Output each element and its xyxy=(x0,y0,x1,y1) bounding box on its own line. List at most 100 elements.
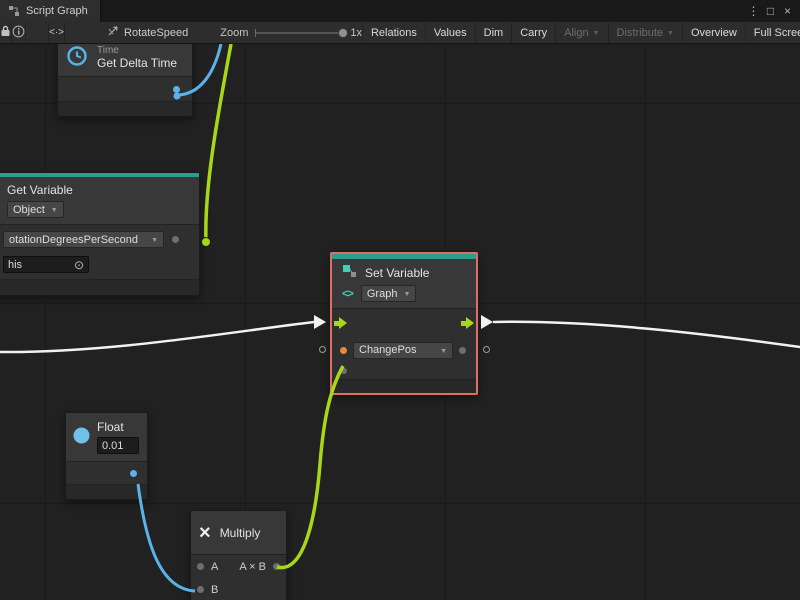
toolbar-button-dim-label: Dim xyxy=(484,27,504,39)
flow-arrow-out[interactable] xyxy=(481,315,493,329)
wire-flow-left[interactable] xyxy=(0,322,314,352)
graph-canvas[interactable]: Time Get Delta Time Get Variable Object … xyxy=(0,44,800,600)
toolbar-button-values[interactable]: Values xyxy=(425,22,475,43)
script-graph-icon xyxy=(8,5,20,17)
toolbar-button-dim[interactable]: Dim xyxy=(475,22,512,43)
flow-output-port[interactable] xyxy=(461,317,474,329)
target-object-label: his xyxy=(8,259,22,271)
toolbar-button-overview[interactable]: Overview xyxy=(682,22,745,43)
variable-icon xyxy=(342,264,357,281)
toolbar-button-fullscreen[interactable]: Full Screen xyxy=(745,22,800,43)
node-title: Multiply xyxy=(220,526,261,540)
zoom-value: 1x xyxy=(350,27,362,39)
wire-value-green-top[interactable] xyxy=(206,44,231,241)
variable-name-dropdown[interactable]: ChangePos ▼ xyxy=(353,342,453,359)
toolbar-buttons: Relations Values Dim Carry Align ▼ Distr… xyxy=(362,22,800,43)
zoom-slider[interactable] xyxy=(255,32,343,34)
variable-name-label: otationDegreesPerSecond xyxy=(9,234,138,246)
variable-name-row: ChangePos ▼ xyxy=(332,337,476,363)
multiply-icon: × xyxy=(199,523,211,543)
graph-asset-name: RotateSpeed xyxy=(124,27,188,39)
toolbar-button-distribute-label: Distribute xyxy=(617,27,663,39)
toolbar-button-align[interactable]: Align ▼ xyxy=(555,22,607,43)
node-footer xyxy=(0,279,199,295)
tab-bar: Script Graph ⋮ □ × xyxy=(0,0,800,22)
node-title: Set Variable xyxy=(365,266,429,280)
output-port[interactable] xyxy=(130,470,137,477)
unconnected-port-right[interactable] xyxy=(483,346,490,353)
wire-flow-right[interactable] xyxy=(493,322,800,347)
variable-name-dropdown[interactable]: otationDegreesPerSecond ▼ xyxy=(3,231,164,248)
window-controls: ⋮ □ × xyxy=(745,0,800,22)
graph-scope-icon: <> xyxy=(342,288,353,300)
info-button[interactable] xyxy=(12,22,26,43)
input-port-a[interactable] xyxy=(197,563,204,570)
node-get-variable[interactable]: Get Variable Object ▼ otationDegreesPerS… xyxy=(0,172,200,296)
float-value-input[interactable]: 0.01 xyxy=(97,437,139,454)
variable-scope-dropdown[interactable]: Graph ▼ xyxy=(361,285,417,302)
chevron-down-icon: ▼ xyxy=(403,291,410,298)
input-a-label: A xyxy=(211,561,218,573)
toolbar-button-distribute[interactable]: Distribute ▼ xyxy=(608,22,682,43)
toolbar-button-carry[interactable]: Carry xyxy=(511,22,555,43)
graph-asset[interactable]: RotateSpeed xyxy=(107,25,188,40)
float-icon xyxy=(73,427,90,447)
toolbar-button-overview-label: Overview xyxy=(691,27,737,39)
window-menu-icon[interactable]: ⋮ xyxy=(745,0,762,22)
float-value: 0.01 xyxy=(102,440,123,452)
variable-name-label: ChangePos xyxy=(359,344,417,356)
node-header: Get Variable Object ▼ xyxy=(0,177,199,224)
flow-port-row xyxy=(332,309,476,337)
node-title: Get Delta Time xyxy=(97,56,177,70)
inspect-button[interactable]: <·> xyxy=(48,22,65,43)
graph-toolbar: <·> RotateSpeed Zoom 1x Relations Values… xyxy=(0,22,800,44)
value-input-port[interactable] xyxy=(340,347,347,354)
node-set-variable[interactable]: Set Variable <> Graph ▼ ChangePos ▼ xyxy=(330,252,478,395)
output-port[interactable] xyxy=(173,86,180,93)
toolbar-button-relations[interactable]: Relations xyxy=(362,22,425,43)
zoom-slider-tick xyxy=(255,29,256,37)
graph-asset-icon xyxy=(107,25,119,40)
lock-button[interactable] xyxy=(0,22,12,43)
toolbar-button-align-label: Align xyxy=(564,27,588,39)
window-close-icon[interactable]: × xyxy=(779,0,796,22)
flow-arrow-in[interactable] xyxy=(314,315,326,329)
target-row: his ⊙ xyxy=(0,254,199,279)
window-maximize-icon[interactable]: □ xyxy=(762,0,779,22)
flow-input-port[interactable] xyxy=(334,317,347,329)
output-port[interactable] xyxy=(273,563,280,570)
wire-value-blue-bottom[interactable] xyxy=(138,484,195,591)
variable-scope-label: Object xyxy=(13,204,45,216)
toolbar-button-carry-label: Carry xyxy=(520,27,547,39)
node-footer xyxy=(58,101,192,116)
value-port[interactable] xyxy=(172,236,179,243)
value-input-port-2[interactable] xyxy=(341,368,347,374)
tab-script-graph[interactable]: Script Graph xyxy=(0,0,101,22)
variable-scope-dropdown[interactable]: Object ▼ xyxy=(7,201,64,218)
node-header: Time Get Delta Time xyxy=(58,44,192,76)
node-title: Get Variable xyxy=(7,183,191,197)
value-output-port[interactable] xyxy=(459,347,466,354)
node-float[interactable]: Float 0.01 xyxy=(65,412,148,500)
node-category: Time xyxy=(97,45,177,56)
variable-name-row: otationDegreesPerSecond ▼ xyxy=(0,225,199,254)
info-icon xyxy=(12,25,25,41)
toolbar-button-fullscreen-label: Full Screen xyxy=(754,27,800,39)
node-footer xyxy=(332,379,476,393)
node-get-delta-time[interactable]: Time Get Delta Time xyxy=(57,44,193,117)
object-picker-icon[interactable]: ⊙ xyxy=(74,259,84,271)
chevron-down-icon: ▼ xyxy=(440,348,447,355)
input-port-b[interactable] xyxy=(197,586,204,593)
zoom-slider-handle[interactable] xyxy=(338,28,348,38)
toolbar-button-values-label: Values xyxy=(434,27,467,39)
chevron-down-icon: ▼ xyxy=(667,30,674,37)
unity-script-graph-window: { "glyphs": { "menu_dots": "⋮", "maximiz… xyxy=(0,0,800,600)
port-get-variable-output[interactable] xyxy=(202,238,211,247)
node-multiply[interactable]: × Multiply A A × B B xyxy=(190,510,287,600)
tab-title: Script Graph xyxy=(26,5,88,17)
input-b-label: B xyxy=(211,584,218,596)
unconnected-port-left[interactable] xyxy=(319,346,326,353)
target-object-field[interactable]: his ⊙ xyxy=(3,256,89,273)
toolbar-button-relations-label: Relations xyxy=(371,27,417,39)
port-row-b: B xyxy=(191,578,286,600)
